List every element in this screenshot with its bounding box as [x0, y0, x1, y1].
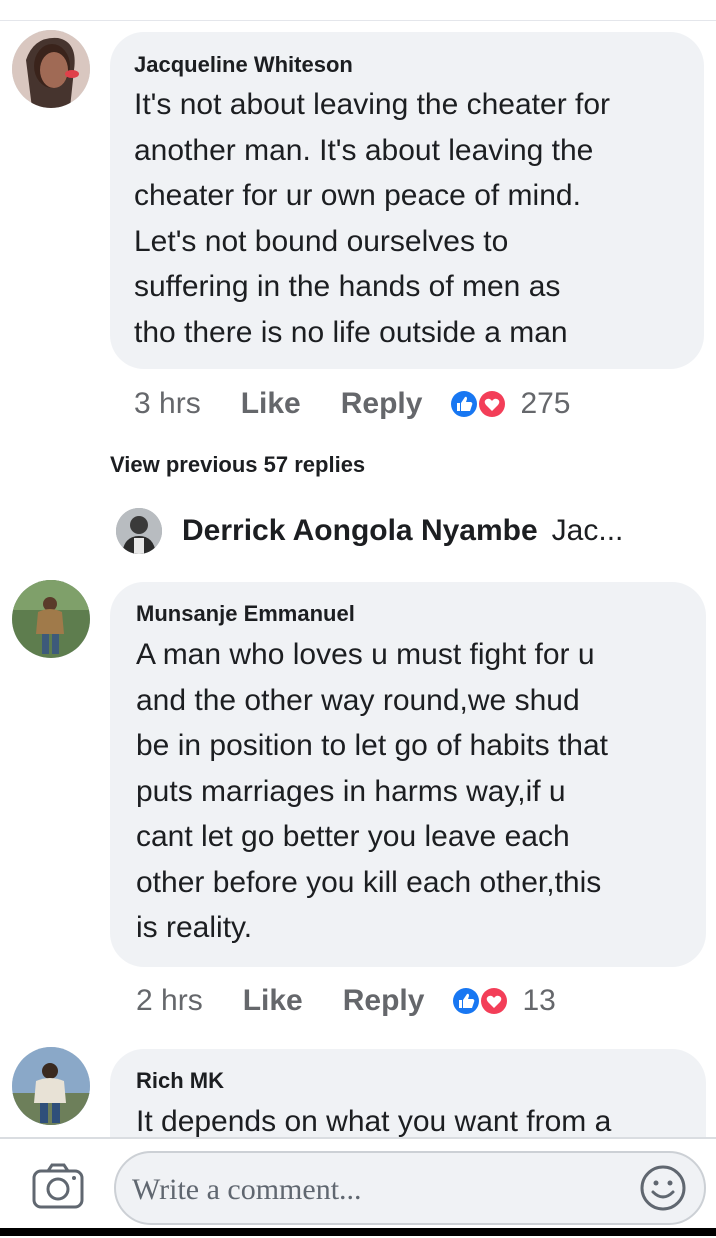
top-divider: [0, 20, 716, 21]
collapsed-reply[interactable]: Derrick Aongola Nyambe Jac...: [116, 506, 623, 556]
emoji-icon[interactable]: [638, 1163, 688, 1213]
comment-input[interactable]: [130, 1163, 634, 1217]
comment-input-container[interactable]: [114, 1151, 706, 1225]
comment-text: It's not about leaving the cheater for a…: [134, 88, 611, 349]
like-button[interactable]: Like: [241, 387, 301, 421]
reaction-count[interactable]: 13: [522, 984, 555, 1018]
comment-author[interactable]: Jacqueline Whiteson: [134, 52, 353, 78]
avatar[interactable]: [116, 508, 162, 554]
comment-time[interactable]: 2 hrs: [136, 984, 203, 1018]
reply-button[interactable]: Reply: [343, 984, 425, 1018]
reactions-icon[interactable]: [446, 386, 510, 422]
comment-composer-bar: [0, 1137, 716, 1238]
reply-button[interactable]: Reply: [341, 387, 423, 421]
view-previous-replies-link[interactable]: View previous 57 replies: [110, 452, 365, 478]
avatar[interactable]: [12, 1047, 90, 1125]
avatar[interactable]: [12, 30, 90, 108]
reactions-icon[interactable]: [448, 983, 512, 1019]
comment-author[interactable]: Rich MK: [136, 1068, 224, 1094]
comment-actions: 3 hrs Like Reply 275: [134, 384, 571, 424]
reaction-count[interactable]: 275: [520, 387, 570, 421]
comment-time[interactable]: 3 hrs: [134, 387, 201, 421]
bottom-edge: [0, 1228, 716, 1236]
reply-snippet: Jac...: [551, 514, 624, 547]
camera-icon[interactable]: [32, 1163, 84, 1209]
avatar[interactable]: [12, 580, 90, 658]
reply-author[interactable]: Derrick Aongola Nyambe: [182, 514, 538, 548]
comment-author[interactable]: Munsanje Emmanuel: [136, 601, 355, 627]
like-button[interactable]: Like: [243, 984, 303, 1018]
comment-actions: 2 hrs Like Reply 13: [136, 981, 556, 1021]
comment-text: A man who loves u must fight for u and t…: [136, 638, 608, 944]
